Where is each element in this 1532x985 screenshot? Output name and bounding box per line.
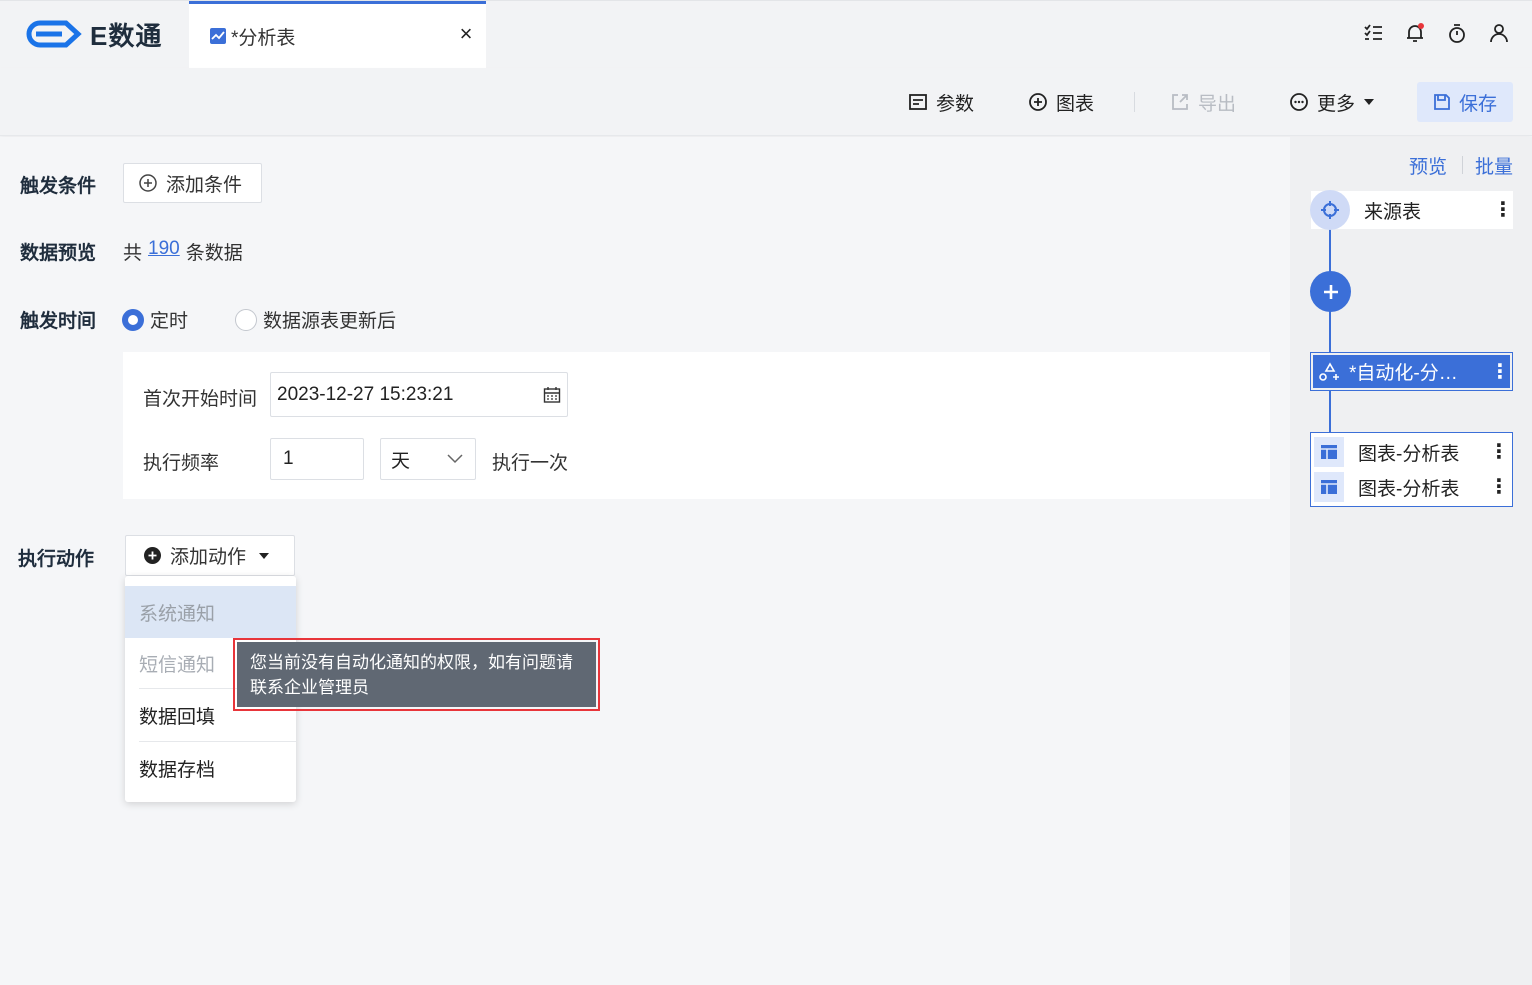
user-icon[interactable] (1488, 22, 1510, 44)
caret-down-icon (259, 552, 270, 559)
frequency-label: 执行频率 (143, 453, 220, 474)
calendar-icon[interactable] (543, 386, 561, 404)
menu-item-data-archive[interactable]: 数据存档 (125, 742, 296, 794)
export-button[interactable]: 导出 (1170, 88, 1236, 116)
add-circle-icon (1029, 93, 1047, 111)
save-label: 保存 (1458, 93, 1497, 115)
add-action-label: 添加动作 (170, 547, 247, 568)
radio-scheduled-dot[interactable] (122, 308, 144, 331)
logo-icon (26, 20, 82, 48)
frequency-unit-select[interactable]: 天 (380, 438, 476, 480)
source-node-label: 来源表 (1364, 201, 1422, 223)
params-label: 参数 (936, 93, 975, 115)
radio-after-update-dot[interactable] (235, 308, 257, 331)
chart-node-group: 图表-分析表 ⋮ 图表-分析表 ⋮ (1310, 432, 1513, 507)
chart-label: 图表 (1056, 93, 1095, 115)
table-icon (1314, 437, 1344, 467)
permission-tooltip: 您当前没有自动化通知的权限，如有问题请联系企业管理员 (237, 642, 596, 707)
add-circle-icon (139, 174, 157, 192)
toolbar-divider (1134, 92, 1135, 112)
chart-node[interactable]: 图表-分析表 ⋮ (1314, 436, 1509, 468)
tab-analysis[interactable]: *分析表 × (189, 1, 486, 68)
link-divider (1462, 156, 1463, 174)
plus-icon (1323, 284, 1338, 299)
save-button[interactable]: 保存 (1417, 82, 1513, 122)
automation-icon (1319, 361, 1339, 381)
flow-connector (1329, 311, 1331, 353)
preview-suffix: 条数据 (185, 243, 243, 264)
data-preview-label: 数据预览 (20, 243, 97, 264)
tab-close-icon[interactable]: × (456, 23, 476, 45)
timer-icon[interactable] (1446, 22, 1468, 44)
add-condition-button[interactable]: 添加条件 (123, 163, 262, 203)
menu-item-system-notify[interactable]: 系统通知 (125, 586, 296, 638)
params-button[interactable]: 参数 (908, 88, 974, 116)
frequency-value: 1 (283, 448, 294, 469)
radio-scheduled[interactable]: 定时 (122, 306, 188, 333)
chart-node-label: 图表-分析表 (1358, 478, 1460, 500)
batch-link[interactable]: 批量 (1475, 152, 1513, 179)
export-icon (1172, 94, 1188, 110)
add-action-button[interactable]: 添加动作 (125, 535, 295, 576)
tab-label: *分析表 (231, 27, 296, 49)
flow-connector (1329, 229, 1331, 273)
radio-after-update-label: 数据源表更新后 (263, 311, 397, 332)
more-button[interactable]: 更多 (1289, 88, 1375, 116)
frequency-unit-value: 天 (391, 450, 411, 472)
crosshair-icon (1321, 201, 1339, 219)
flow-connector (1329, 391, 1331, 433)
flow-sidebar (1290, 137, 1532, 985)
source-node-more-icon[interactable]: ⋮ (1493, 200, 1513, 220)
radio-scheduled-label: 定时 (150, 311, 189, 332)
top-right-icons (1362, 22, 1510, 44)
add-node-button[interactable] (1310, 271, 1351, 312)
automation-node-more-icon[interactable]: ⋮ (1490, 362, 1510, 382)
params-icon (909, 94, 927, 110)
first-start-value: 2023-12-27 15:23:21 (277, 383, 454, 405)
more-icon (1290, 93, 1308, 111)
notification-bell-icon[interactable] (1404, 22, 1426, 44)
chart-node[interactable]: 图表-分析表 ⋮ (1314, 471, 1509, 503)
task-list-icon[interactable] (1362, 22, 1384, 44)
frequency-input[interactable]: 1 (270, 438, 364, 480)
source-node-badge (1310, 190, 1350, 230)
add-condition-label: 添加条件 (166, 174, 243, 196)
chart-node-label: 图表-分析表 (1358, 443, 1460, 465)
save-icon (1434, 94, 1450, 110)
chevron-down-icon (447, 454, 463, 464)
logo-text: E数通 (90, 20, 163, 51)
radio-after-update[interactable]: 数据源表更新后 (235, 306, 396, 333)
table-icon (1314, 472, 1344, 502)
chart-node-more-icon[interactable]: ⋮ (1489, 477, 1509, 497)
source-table-node[interactable]: 来源表 ⋮ (1310, 190, 1513, 230)
trigger-time-label: 触发时间 (20, 311, 97, 332)
more-label: 更多 (1317, 93, 1356, 115)
frequency-suffix: 执行一次 (492, 453, 569, 474)
trigger-condition-label: 触发条件 (20, 176, 97, 197)
export-label: 导出 (1198, 93, 1237, 115)
first-start-label: 首次开始时间 (143, 389, 258, 410)
action-label: 执行动作 (18, 549, 95, 570)
first-start-datetime-input[interactable]: 2023-12-27 15:23:21 (270, 372, 568, 417)
chart-node-more-icon[interactable]: ⋮ (1489, 442, 1509, 462)
preview-link[interactable]: 预览 (1409, 152, 1447, 179)
automation-node-body: *自动化-分… ⋮ (1313, 355, 1510, 388)
chart-button[interactable]: 图表 (1028, 88, 1094, 116)
add-circle-filled-icon (144, 547, 161, 564)
chart-tab-icon (210, 28, 226, 44)
app-logo[interactable]: E数通 (26, 14, 162, 54)
data-preview-summary: 共 190 条数据 (123, 238, 243, 265)
preview-prefix: 共 (123, 243, 143, 264)
automation-node-label: *自动化-分… (1349, 363, 1458, 384)
automation-node[interactable]: *自动化-分… ⋮ (1310, 352, 1513, 391)
preview-count-link[interactable]: 190 (148, 238, 180, 265)
caret-down-icon (1364, 99, 1375, 105)
